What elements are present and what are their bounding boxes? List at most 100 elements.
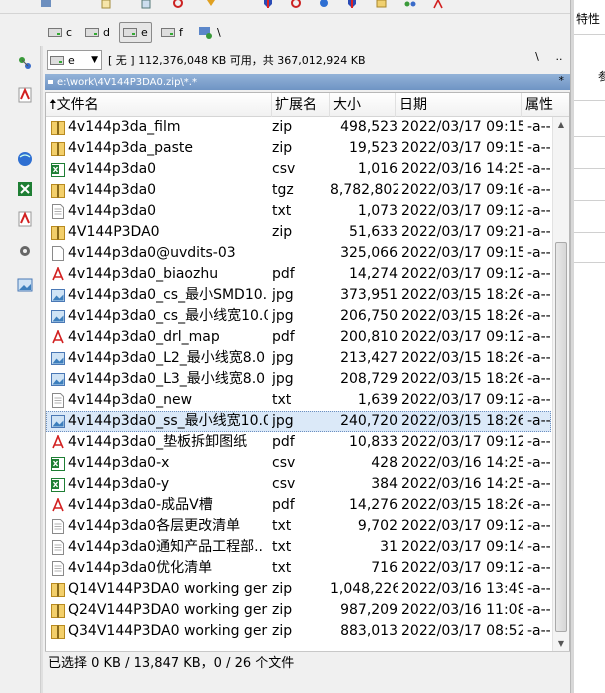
drive-button-f[interactable]: f	[158, 22, 186, 43]
file-row[interactable]: 4v144p3da0_L3_最小线宽8.0 jpg 208,729 2022/03/1…	[46, 369, 551, 390]
file-name: 4v144p3da_paste	[68, 140, 194, 156]
file-name: 4v144p3da0优化清单	[68, 560, 213, 576]
file-size: 14,276	[349, 497, 398, 513]
scroll-up-icon[interactable]: ▲	[556, 120, 566, 129]
drive-button-c[interactable]: c	[45, 22, 75, 43]
settings-icon[interactable]	[16, 242, 34, 260]
vertical-scrollbar[interactable]: ▲ ▼	[552, 117, 569, 651]
history-icon[interactable]	[48, 80, 53, 84]
right-pane-item: 参	[598, 70, 605, 83]
info-icon[interactable]	[318, 0, 330, 9]
root-button[interactable]: \	[526, 50, 548, 63]
file-name: 4v144p3da0@uvdits-03	[68, 245, 236, 261]
file-name: Q34V144P3DA0 working gerb..	[68, 623, 268, 639]
drive-icon	[85, 28, 99, 37]
file-row[interactable]: Q14V144P3DA0 working gerb.. zip 1,048,226 2…	[46, 579, 551, 600]
file-row[interactable]: 4v144p3da0 csv 1,016 2022/03/16 14:25 -a--	[46, 159, 551, 180]
file-row[interactable]: 4v144p3da0-成品V槽 pdf 14,276 2022/03/15 18:26…	[46, 495, 551, 516]
file-row[interactable]: 4V144P3DA0 zip 51,633 2022/03/17 09:21 -a--	[46, 222, 551, 243]
file-row[interactable]: 4v144p3da0_new txt 1,639 2022/03/17 09:12 -a…	[46, 390, 551, 411]
file-row[interactable]: 4v144p3da0通知产品工程部.. txt 31 2022/03/17 09:14…	[46, 537, 551, 558]
drive-select[interactable]: e ▼	[47, 50, 102, 70]
file-row[interactable]: 4v144p3da0-y csv 384 2022/03/16 14:25 -a--	[46, 474, 551, 495]
file-size: 373,951	[340, 287, 398, 303]
column-name-header[interactable]: 🠅文件名	[46, 93, 272, 117]
stop-icon[interactable]	[290, 0, 302, 9]
network-icon[interactable]	[404, 0, 416, 9]
file-row[interactable]: 4v144p3da0 txt 1,073 2022/03/17 09:12 -a--	[46, 201, 551, 222]
parent-button[interactable]: ..	[548, 50, 570, 63]
pdf-icon[interactable]	[16, 86, 34, 104]
scroll-down-icon[interactable]: ▼	[556, 639, 566, 648]
excel-icon[interactable]	[16, 180, 34, 198]
text-file-icon	[51, 558, 67, 579]
drive-button-e[interactable]: e	[119, 22, 152, 43]
path-bar[interactable]: e:\work\4V144P3DA0.zip\*.* *	[45, 74, 570, 90]
file-size: 716	[371, 560, 398, 576]
file-row[interactable]: 4v144p3da0_ss_最小线宽10.0 jpg 240,720 2022/03/…	[46, 411, 551, 432]
file-ext: pdf	[272, 266, 295, 282]
file-row[interactable]: 4v144p3da0_cs_最小SMD10.0.. jpg 373,951 2022/…	[46, 285, 551, 306]
file-ext: txt	[272, 203, 292, 219]
image-icon	[51, 348, 67, 369]
file-row[interactable]: Q24V144P3DA0 working gerb.. zip 987,209 202…	[46, 600, 551, 621]
file-ext: txt	[272, 518, 292, 534]
file-row[interactable]: 4v144p3da0_垫板拆卸图纸 pdf 10,833 2022/03/17 09:…	[46, 432, 551, 453]
network-icon[interactable]	[16, 54, 34, 72]
file-date: 2022/03/17 09:12	[401, 203, 523, 219]
drive-letter: f	[179, 26, 183, 39]
file-row[interactable]: 4v144p3da0_drl_map pdf 200,810 2022/03/17 0…	[46, 327, 551, 348]
column-attr-header[interactable]: 属性	[522, 93, 569, 117]
edit-icon[interactable]	[140, 0, 152, 9]
drive-icon	[123, 28, 137, 37]
settings-icon[interactable]	[40, 0, 52, 9]
file-size: 19,523	[349, 140, 398, 156]
scroll-thumb[interactable]	[555, 242, 567, 632]
file-ext: pdf	[272, 329, 295, 345]
shield-icon[interactable]	[262, 0, 274, 9]
edit-icon[interactable]	[376, 0, 388, 9]
file-row[interactable]: 4v144p3da0优化清单 txt 716 2022/03/17 09:12 -a--	[46, 558, 551, 579]
divider	[574, 34, 605, 35]
filter-button[interactable]: *	[559, 74, 565, 87]
file-row[interactable]: Q34V144P3DA0 working gerb.. zip 883,013 202…	[46, 621, 551, 642]
file-date: 2022/03/17 09:12	[401, 329, 523, 345]
file-row[interactable]: 4v144p3da0_biaozhu pdf 14,274 2022/03/17 09…	[46, 264, 551, 285]
file-row[interactable]: 4v144p3da0-x csv 428 2022/03/16 14:25 -a--	[46, 453, 551, 474]
filter-icon[interactable]	[205, 0, 217, 9]
pdf-icon[interactable]	[16, 210, 34, 228]
file-ext: pdf	[272, 434, 295, 450]
internet-icon[interactable]	[16, 150, 34, 168]
file-list[interactable]: 🠅文件名 扩展名 大小 日期 属性 4v144p3da_film zip 498,5…	[45, 92, 570, 652]
drive-button-d[interactable]: d	[82, 22, 113, 43]
image-icon[interactable]	[16, 276, 34, 294]
drive-button-network[interactable]: \	[195, 22, 224, 43]
divider	[574, 136, 605, 137]
column-size-header[interactable]: 大小	[330, 93, 396, 117]
file-ext: txt	[272, 560, 292, 576]
image-icon	[51, 369, 67, 390]
file-row[interactable]: 4v144p3da_paste zip 19,523 2022/03/17 09:15…	[46, 138, 551, 159]
file-row[interactable]: 4v144p3da_film zip 498,523 2022/03/17 09:15…	[46, 117, 551, 138]
file-row[interactable]: 4v144p3da0@uvdits-03 325,066 2022/03/17 09…	[46, 243, 551, 264]
zip-folder-icon	[51, 138, 67, 159]
file-row[interactable]: 4v144p3da0各层更改清单 txt 9,702 2022/03/17 09:12…	[46, 516, 551, 537]
file-row[interactable]: 4v144p3da0 tgz 8,782,802 2022/03/17 09:16 -a…	[46, 180, 551, 201]
pdf-icon[interactable]	[432, 0, 444, 9]
file-date: 2022/03/16 14:25	[401, 476, 523, 492]
file-icon[interactable]	[100, 0, 112, 9]
file-name: 4v144p3da0_cs_最小线宽10.0	[68, 308, 268, 324]
file-size: 1,048,226	[330, 581, 398, 597]
column-ext-header[interactable]: 扩展名	[272, 93, 330, 117]
file-ext: jpg	[272, 287, 294, 303]
file-row[interactable]: 4v144p3da0_cs_最小线宽10.0 jpg 206,750 2022/03/…	[46, 306, 551, 327]
column-date-header[interactable]: 日期	[396, 93, 522, 117]
stop-icon[interactable]	[172, 0, 184, 9]
drive-letter: c	[66, 26, 73, 39]
file-row[interactable]: 4v144p3da0_L2_最小线宽8.0 jpg 213,427 2022/03/1…	[46, 348, 551, 369]
file-panel: e ▼ [ 无 ] 112,376,048 KB 可用，共 367,012,92…	[43, 46, 570, 693]
shield-icon[interactable]	[346, 0, 358, 9]
free-space-info: [ 无 ] 112,376,048 KB 可用，共 367,012,924 KB	[108, 54, 366, 67]
file-name: 4V144P3DA0	[68, 224, 160, 240]
file-date: 2022/03/17 09:12	[401, 518, 523, 534]
